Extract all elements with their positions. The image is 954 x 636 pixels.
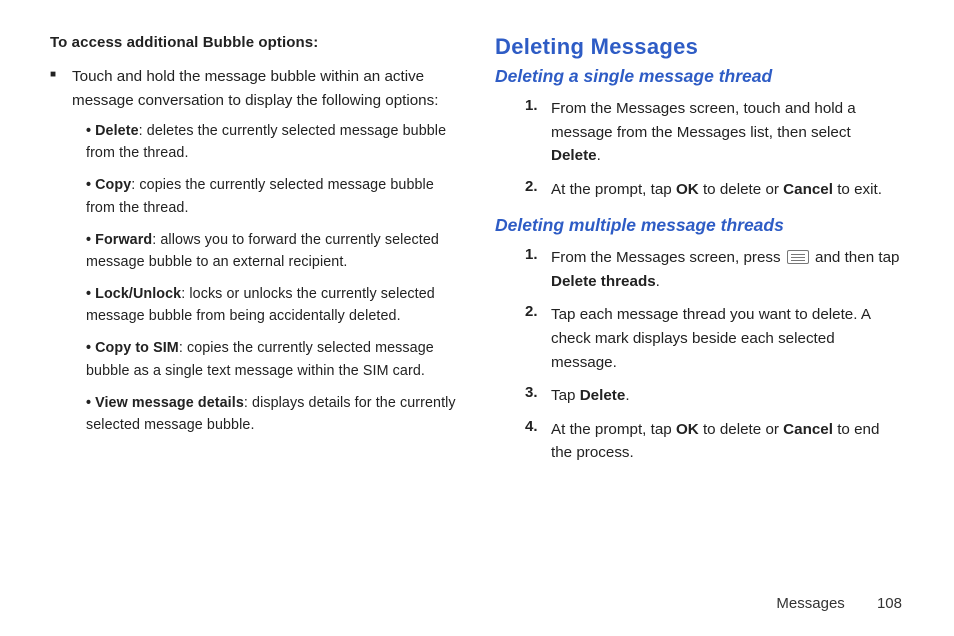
page-footer: Messages 108 [776,595,902,612]
step-number: 1. [525,97,551,168]
option-copy: •Copy: copies the currently selected mes… [86,174,459,218]
step-2: 2. Tap each message thread you want to d… [525,303,904,374]
multi-steps: 1. From the Messages screen, press and t… [525,246,904,465]
intro-bullet: ■ Touch and hold the message bubble with… [50,65,459,112]
step-text: At the prompt, tap OK to delete or Cance… [551,418,904,465]
intro-text: Touch and hold the message bubble within… [72,65,459,112]
multi-thread-heading: Deleting multiple message threads [495,215,904,236]
step-1: 1. From the Messages screen, press and t… [525,246,904,293]
page-number: 108 [877,595,902,612]
step-number: 2. [525,303,551,374]
square-bullet-icon: ■ [50,69,56,112]
single-thread-heading: Deleting a single message thread [495,66,904,87]
step-2: 2. At the prompt, tap OK to delete or Ca… [525,178,904,202]
options-list: •Delete: deletes the currently selected … [86,120,459,436]
step-3: 3. Tap Delete. [525,384,904,408]
section-heading: Deleting Messages [495,34,904,60]
left-column: To access additional Bubble options: ■ T… [44,34,477,616]
footer-section: Messages [776,595,844,612]
step-text: Tap each message thread you want to dele… [551,303,904,374]
menu-icon [787,250,809,264]
option-delete: •Delete: deletes the currently selected … [86,120,459,164]
step-1: 1. From the Messages screen, touch and h… [525,97,904,168]
option-lock: •Lock/Unlock: locks or unlocks the curre… [86,283,459,327]
option-forward: •Forward: allows you to forward the curr… [86,229,459,273]
step-number: 3. [525,384,551,408]
document-page: To access additional Bubble options: ■ T… [0,0,954,636]
single-thread-block: Deleting a single message thread 1. From… [495,66,904,201]
step-text: From the Messages screen, touch and hold… [551,97,904,168]
step-4: 4. At the prompt, tap OK to delete or Ca… [525,418,904,465]
step-number: 2. [525,178,551,202]
step-text: From the Messages screen, press and then… [551,246,904,293]
right-column: Deleting Messages Deleting a single mess… [477,34,910,616]
multi-thread-block: Deleting multiple message threads 1. Fro… [495,215,904,465]
option-view-details: •View message details: displays details … [86,392,459,436]
option-copy-sim: •Copy to SIM: copies the currently selec… [86,337,459,381]
step-number: 1. [525,246,551,293]
step-text: Tap Delete. [551,384,630,408]
step-number: 4. [525,418,551,465]
step-text: At the prompt, tap OK to delete or Cance… [551,178,882,202]
single-steps: 1. From the Messages screen, touch and h… [525,97,904,201]
bubble-options-heading: To access additional Bubble options: [50,34,459,51]
